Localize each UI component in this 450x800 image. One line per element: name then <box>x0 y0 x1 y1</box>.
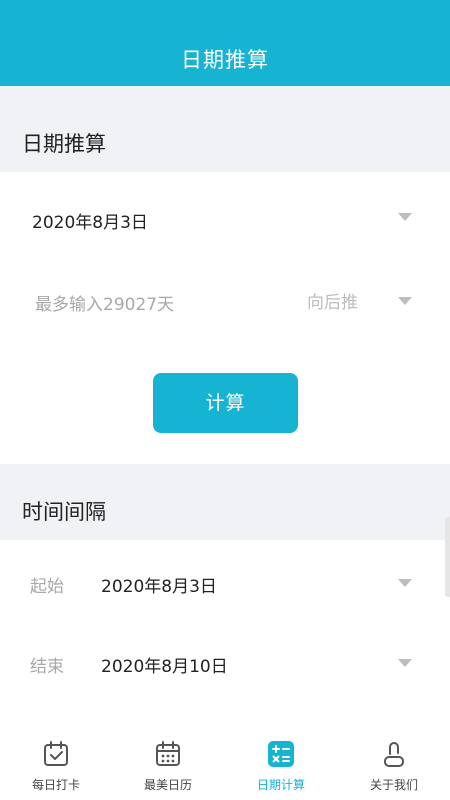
tab-calendar[interactable]: 最美日历 <box>112 730 224 800</box>
page-title: 日期推算 <box>181 48 269 72</box>
start-date-selector[interactable]: 2020年8月3日 <box>0 200 450 240</box>
calculate-button[interactable]: 计算 <box>153 373 298 433</box>
start-label: 起始 <box>30 577 64 597</box>
chevron-down-icon <box>398 579 412 587</box>
tab-about-us[interactable]: 关于我们 <box>338 730 450 800</box>
interval-start-row[interactable]: 起始 2020年8月3日 <box>0 564 450 604</box>
date-calc-section-title: 日期推算 <box>22 132 106 156</box>
interval-card: 起始 2020年8月3日 结束 2020年8月10日 <box>0 540 450 730</box>
tab-label: 日期计算 <box>256 778 305 792</box>
end-label: 结束 <box>30 657 64 677</box>
chevron-down-icon <box>398 213 412 221</box>
interval-section-title: 时间间隔 <box>22 500 106 524</box>
calculator-icon <box>268 741 294 767</box>
user-icon <box>384 742 404 767</box>
calendar-check-icon <box>44 741 68 766</box>
days-input[interactable]: 最多输入29027天 <box>35 290 174 315</box>
interval-start-date: 2020年8月3日 <box>101 577 217 597</box>
direction-select[interactable]: 向后推 <box>307 288 358 313</box>
bottom-tab-bar: 每日打卡 最美日历 日期计算 关于我们 <box>0 730 450 800</box>
days-row: 最多输入29027天 向后推 <box>0 282 450 322</box>
chevron-down-icon[interactable] <box>398 297 412 305</box>
interval-end-date: 2020年8月10日 <box>101 657 228 677</box>
app-header: 日期推算 <box>0 0 450 86</box>
scroll-indicator[interactable] <box>445 517 450 597</box>
tab-date-calc[interactable]: 日期计算 <box>225 730 337 800</box>
tab-label: 关于我们 <box>369 778 418 792</box>
start-date-value: 2020年8月3日 <box>32 213 148 233</box>
interval-end-row[interactable]: 结束 2020年8月10日 <box>0 644 450 684</box>
tab-daily-checkin[interactable]: 每日打卡 <box>0 730 112 800</box>
chevron-down-icon <box>398 659 412 667</box>
calendar-grid-icon <box>156 741 180 766</box>
tab-label: 最美日历 <box>143 778 192 792</box>
tab-label: 每日打卡 <box>31 778 80 792</box>
